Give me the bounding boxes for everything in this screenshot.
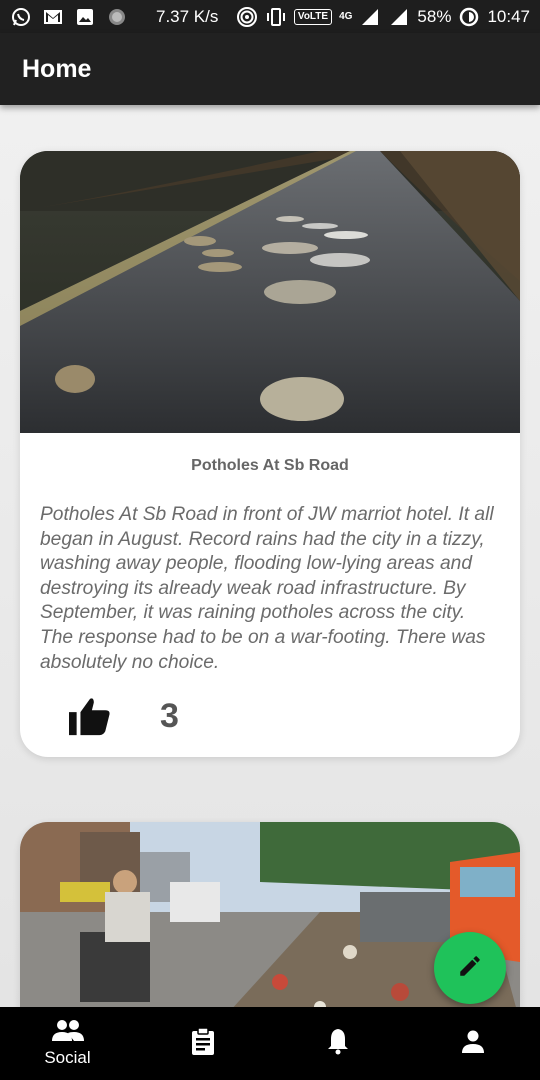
nav-clipboard[interactable] — [135, 1007, 270, 1080]
pencil-icon — [457, 953, 483, 984]
post-image[interactable] — [20, 151, 520, 433]
circle-icon — [106, 6, 128, 28]
hotspot-icon — [236, 6, 258, 28]
nav-social-label: Social — [44, 1048, 91, 1067]
like-count: 3 — [160, 696, 179, 735]
status-bar: 7.37 K/s VoLTE 4G 58% 10:47 — [0, 0, 540, 33]
battery-percent: 58% — [417, 6, 452, 26]
whatsapp-icon — [10, 6, 32, 28]
post-actions: 3 — [20, 691, 520, 741]
page-title: Home — [22, 54, 92, 83]
post-description: Potholes At Sb Road in front of JW marri… — [40, 504, 494, 673]
clipboard-icon — [191, 1027, 215, 1060]
battery-icon — [458, 6, 480, 28]
signal-icon — [359, 6, 381, 28]
volte-badge: VoLTE — [293, 8, 333, 25]
nav-notifications[interactable] — [270, 1007, 405, 1080]
vibrate-icon — [265, 6, 287, 28]
person-icon — [461, 1029, 485, 1058]
create-post-button[interactable] — [434, 932, 506, 1004]
thumbs-up-icon[interactable] — [66, 692, 114, 740]
bottom-navigation: Social — [0, 1007, 540, 1080]
app-bar: Home — [0, 33, 540, 105]
gallery-icon — [74, 6, 96, 28]
post-feed[interactable]: Potholes At Sb Road Potholes At Sb Road … — [0, 105, 540, 1007]
nav-social[interactable]: Social — [0, 1007, 135, 1080]
network-type: 4G — [339, 11, 353, 22]
network-speed: 7.37 K/s — [156, 6, 219, 26]
clock: 10:47 — [487, 6, 530, 26]
post-card[interactable]: Potholes At Sb Road Potholes At Sb Road … — [20, 151, 520, 757]
nav-profile[interactable] — [405, 1007, 540, 1080]
people-icon — [51, 1019, 84, 1046]
bell-icon — [326, 1027, 350, 1060]
signal-icon — [388, 6, 410, 28]
gmail-icon — [42, 6, 64, 28]
post-title: Potholes At Sb Road — [191, 457, 349, 474]
